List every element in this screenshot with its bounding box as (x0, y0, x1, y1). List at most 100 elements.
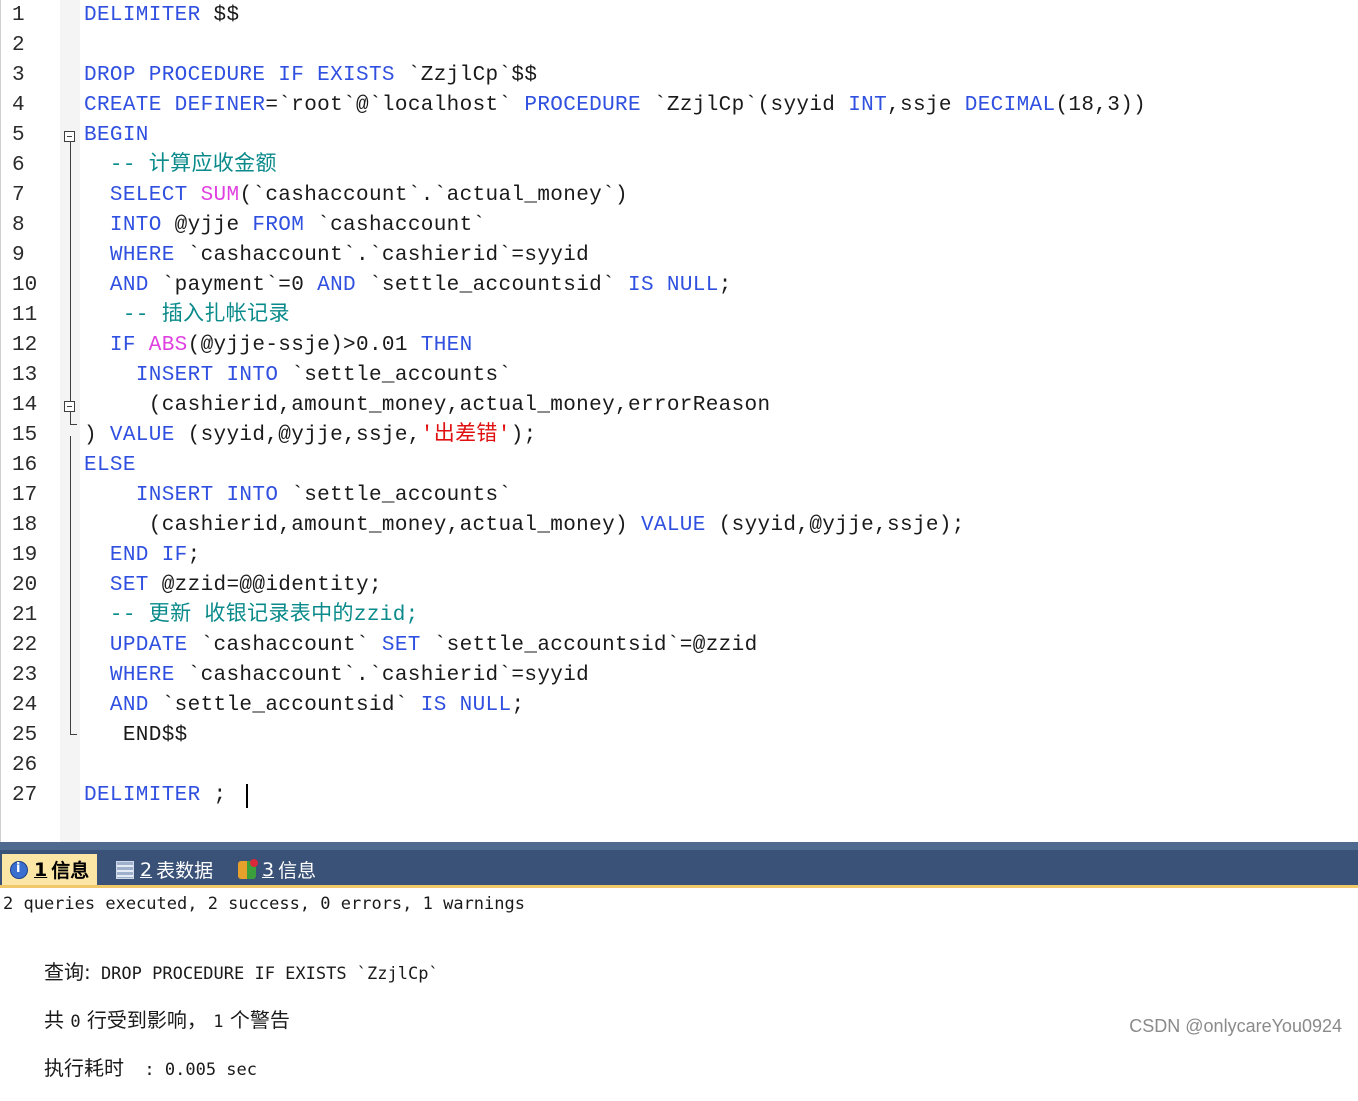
code-line[interactable]: 26 (0, 751, 1358, 781)
line-number: 12 (12, 334, 38, 357)
watermark: CSDN @onlycareYou0924 (1129, 1016, 1342, 1036)
sql-text: `settle_accounts` (278, 364, 512, 387)
code-line[interactable]: 8 INTO @yjje FROM `cashaccount` (0, 211, 1358, 241)
line-number: 24 (12, 694, 38, 717)
sql-text: (`cashaccount`.`actual_money`) (239, 184, 628, 207)
tab-messages[interactable]: 1 信息 (2, 854, 98, 885)
code-line[interactable]: 23 WHERE `cashaccount`.`cashierid`=syyid (0, 661, 1358, 691)
tab-table-data[interactable]: 2 表数据 (108, 854, 221, 885)
code-line[interactable]: 6 -- 计算应收金额 (0, 151, 1358, 181)
line-number: 8 (12, 214, 25, 237)
line-number: 26 (12, 754, 38, 777)
code-line[interactable]: 19 END IF; (0, 541, 1358, 571)
code-line[interactable]: 4 CREATE DEFINER=`root`@`localhost` PROCE… (0, 91, 1358, 121)
sql-editor[interactable]: 1 DELIMITER $$ 2 3 DROP PROCEDURE IF EXISTS … (0, 0, 1358, 842)
query-text: DROP PROCEDURE IF EXISTS `ZzjlCp` (90, 964, 439, 984)
sql-text: (18,3)) (1055, 94, 1147, 117)
code-text: ELSE (84, 451, 136, 481)
sql-keyword: DELIMITER (84, 4, 201, 27)
code-line[interactable]: 25 END$$ (0, 721, 1358, 751)
line-number: 6 (12, 154, 25, 177)
exec-label: 执行耗时 (43, 1056, 124, 1080)
panel-splitter[interactable] (0, 842, 1358, 850)
code-text: (cashierid,amount_money,actual_money) VA… (84, 511, 965, 541)
fold-guide-end (70, 734, 77, 735)
code-line[interactable]: 12 IF ABS(@yjje-ssje)>0.01 THEN (0, 331, 1358, 361)
sql-comment: -- 插入扎帐记录 (84, 304, 290, 327)
sql-keyword: VALUE (640, 514, 706, 537)
code-text: AND `settle_accountsid` IS NULL; (84, 691, 524, 721)
code-text: -- 计算应收金额 (84, 151, 277, 181)
code-line[interactable]: 17 INSERT INTO `settle_accounts` (0, 481, 1358, 511)
sql-keyword: CREATE DEFINER (84, 94, 266, 117)
tab-info[interactable]: 3 信息 (230, 854, 324, 885)
fold-collapse-icon[interactable] (64, 401, 75, 412)
line-number: 22 (12, 634, 38, 657)
sql-keyword: SET (109, 574, 149, 597)
code-line[interactable]: 16 ELSE (0, 451, 1358, 481)
code-text: DROP PROCEDURE IF EXISTS `ZzjlCp`$$ (84, 61, 537, 91)
code-text: -- 更新 收银记录表中的zzid; (84, 601, 419, 631)
code-text: DELIMITER ; (84, 781, 226, 811)
code-line[interactable]: 11 -- 插入扎帐记录 (0, 301, 1358, 331)
code-line[interactable]: 9 WHERE `cashaccount`.`cashierid`=syyid (0, 241, 1358, 271)
sql-text: @zzid=@@identity; (148, 574, 382, 597)
code-line[interactable]: 3 DROP PROCEDURE IF EXISTS `ZzjlCp`$$ (0, 61, 1358, 91)
tab-label: 信息 (278, 860, 317, 882)
sql-keyword: DROP PROCEDURE IF EXISTS (84, 64, 395, 87)
sql-comment: -- 更新 收银记录表中的zzid; (84, 604, 419, 627)
code-line[interactable]: 20 SET @zzid=@@identity; (0, 571, 1358, 601)
code-text: WHERE `cashaccount`.`cashierid`=syyid (84, 241, 589, 271)
code-line[interactable]: 24 AND `settle_accountsid` IS NULL; (0, 691, 1358, 721)
sql-keyword: VALUE (109, 424, 175, 447)
sql-text: @yjje (161, 214, 253, 237)
execution-summary: 2 queries executed, 2 success, 0 errors,… (3, 894, 525, 914)
tab-label: 信息 (51, 860, 90, 882)
tab-label: 表数据 (156, 860, 214, 882)
sql-text: ,ssje (887, 94, 965, 117)
warning-count: 1 (213, 1012, 224, 1032)
sql-text: =`root`@`localhost` (265, 94, 525, 117)
sql-text: (syyid,@yjje,ssje, (174, 424, 421, 447)
fold-guide-end (70, 424, 77, 425)
code-line[interactable]: 15) VALUE (syyid,@yjje,ssje,'出差错'); (0, 421, 1358, 451)
code-text: DELIMITER $$ (84, 1, 239, 31)
code-line[interactable]: 22 UPDATE `cashaccount` SET `settle_acco… (0, 631, 1358, 661)
code-line[interactable]: 14 (cashierid,amount_money,actual_money,… (0, 391, 1358, 421)
code-text: END IF; (84, 541, 201, 571)
result-tab-strip: 1 信息 2 表数据 3 信息 (0, 850, 1358, 888)
tab-number: 3 (262, 858, 275, 881)
line-number: 11 (12, 304, 38, 327)
sql-keyword: IF (109, 334, 136, 357)
code-line[interactable]: 13 INSERT INTO `settle_accounts` (0, 361, 1358, 391)
code-line[interactable]: 18 (cashierid,amount_money,actual_money)… (0, 511, 1358, 541)
code-line[interactable]: 21 -- 更新 收银记录表中的zzid; (0, 601, 1358, 631)
code-line[interactable]: 1 DELIMITER $$ (0, 1, 1358, 31)
sql-text: ); (510, 424, 537, 447)
code-text: CREATE DEFINER=`root`@`localhost` PROCED… (84, 91, 1146, 121)
sql-text: ; (718, 274, 732, 297)
code-text: (cashierid,amount_money,actual_money,err… (84, 391, 770, 421)
code-line[interactable]: 27 DELIMITER ; (0, 781, 1358, 811)
sql-text: ; (200, 784, 227, 807)
code-line[interactable]: 5 BEGIN (0, 121, 1358, 151)
code-line[interactable]: 7 SELECT SUM(`cashaccount`.`actual_money… (0, 181, 1358, 211)
line-number: 9 (12, 244, 25, 267)
code-text: -- 插入扎帐记录 (84, 301, 290, 331)
line-number: 16 (12, 454, 38, 477)
sql-comment: -- 计算应收金额 (84, 154, 277, 177)
fold-collapse-icon[interactable] (64, 131, 75, 142)
line-number: 2 (12, 34, 25, 57)
code-line[interactable]: 2 (0, 31, 1358, 61)
execution-time-line: 执行耗时 : 0.005 sec (3, 1032, 257, 1101)
code-line[interactable]: 10 AND `payment`=0 AND `settle_accountsi… (0, 271, 1358, 301)
sql-text: `settle_accountsid` (356, 274, 629, 297)
